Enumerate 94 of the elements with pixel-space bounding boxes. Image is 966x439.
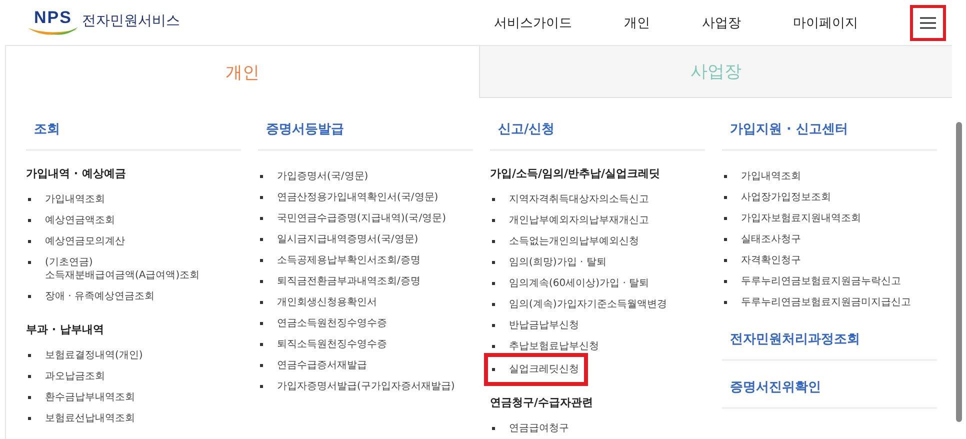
category-title[interactable]: 가입지원 · 신고센터 (722, 118, 937, 140)
menu-link[interactable]: 연금급여청구 (490, 418, 705, 439)
group-heading: 연금청구/수급자관련 (490, 395, 594, 410)
group-heading: 부과 · 납부내역 (26, 322, 105, 337)
bullet-icon (724, 259, 727, 262)
logo-mark: NPS (34, 8, 72, 26)
bullet-icon (492, 240, 495, 243)
group-heading: 가입내역 · 예상예금 (26, 166, 127, 181)
bullet-icon (260, 196, 263, 199)
bullet-icon (492, 303, 495, 306)
category-title[interactable]: 전자민원처리과정조회 (722, 328, 937, 350)
menu-link[interactable]: 환수금납부내역조회 (26, 387, 241, 408)
menu-icon (920, 16, 936, 28)
bullet-icon (492, 345, 495, 348)
menu-link[interactable]: 실태조사청구 (722, 229, 937, 250)
menu-link[interactable]: 임의(계속)가입자기준소득월액변경 (490, 294, 705, 315)
menu-link[interactable]: 퇴직금전환금부과내역조회/증명 (258, 271, 473, 292)
bullet-icon (492, 427, 495, 430)
menu-link[interactable]: 반납금납부신청 (490, 315, 705, 336)
menu-link[interactable]: 장애 · 유족예상연금조회 (26, 286, 241, 307)
menu-link[interactable]: 임의(희망)가입 · 탈퇴 (490, 252, 705, 273)
bullet-icon (28, 375, 31, 378)
menu-link[interactable]: 가입증명서(국/영문) (258, 166, 473, 187)
menu-link[interactable]: 보험료결정내역(개인) (26, 345, 241, 366)
menu-link[interactable]: 소득공제용납부확인서조회/증명 (258, 250, 473, 271)
menu-link[interactable]: 실업크레딧신청 (490, 359, 582, 380)
menu-link[interactable]: 소득없는개인의납부예외신청 (490, 231, 705, 252)
menu-button[interactable] (910, 4, 946, 40)
nav-link[interactable]: 개인 (624, 14, 650, 32)
bullet-icon (492, 219, 495, 222)
menu-link[interactable]: 자격확인청구 (722, 250, 937, 271)
bullet-icon (260, 301, 263, 304)
bullet-icon (28, 417, 31, 420)
category-title[interactable]: 조회 (26, 118, 241, 140)
menu-link[interactable]: 가입자증명서발급(구가입자증서재발급) (258, 376, 473, 397)
bullet-icon (724, 196, 727, 199)
bullet-icon (492, 282, 495, 285)
menu-link[interactable]: 국민연금수급증명(지급내역)(국/영문) (258, 208, 473, 229)
category-title[interactable]: 증명서등발급 (258, 118, 473, 140)
bullet-icon (260, 217, 263, 220)
menu-link[interactable]: 예상연금액조회 (26, 210, 241, 231)
menu-link[interactable]: 연금수급증서재발급 (258, 355, 473, 376)
bullet-icon (492, 368, 495, 371)
bullet-icon (492, 324, 495, 327)
bullet-icon (260, 280, 263, 283)
category-title[interactable]: 증명서진위확인 (722, 376, 937, 398)
bullet-icon (28, 396, 31, 399)
menu-link[interactable]: 두루누리연금보험료지원금미지급신고 (722, 292, 937, 313)
menu-link[interactable]: 과오납금조회 (26, 366, 241, 387)
bullet-icon (28, 261, 31, 264)
bullet-icon (260, 364, 263, 367)
menu-link[interactable]: 지역자격취득대상자의소득신고 (490, 189, 705, 210)
menu-link[interactable]: 두루누리연금보험료지원금누락신고 (722, 271, 937, 292)
bullet-icon (724, 280, 727, 283)
bullet-icon (28, 240, 31, 243)
menu-link[interactable]: 추납보험료납부신청 (490, 336, 705, 357)
menu-link[interactable]: 연금산정용가입내역확인서(국/영문) (258, 187, 473, 208)
bullet-icon (260, 175, 263, 178)
bullet-icon (724, 238, 727, 241)
menu-link[interactable]: 개인회생신청용확인서 (258, 292, 473, 313)
bullet-icon (260, 343, 263, 346)
bullet-icon (260, 259, 263, 262)
menu-link[interactable]: 연금소득원천징수영수증 (258, 313, 473, 334)
menu-link[interactable]: (기초연금) 소득재분배급여금액(A급여액)조회 (26, 252, 241, 286)
bullet-icon (492, 198, 495, 201)
nav-link[interactable]: 사업장 (702, 14, 741, 32)
category-title[interactable]: 신고/신청 (490, 118, 705, 140)
bullet-icon (28, 219, 31, 222)
menu-link[interactable]: 가입내역조회 (26, 189, 241, 210)
menu-link[interactable]: 가입자보험료지원내역조회 (722, 208, 937, 229)
bullet-icon (724, 175, 727, 178)
nav-link[interactable]: 서비스가이드 (494, 14, 572, 32)
site-name: 전자민원서비스 (82, 12, 180, 30)
bullet-icon (260, 385, 263, 388)
swoosh-icon (28, 26, 78, 36)
bullet-icon (28, 198, 31, 201)
menu-link[interactable]: 일시금지급내역증명서(국/영문) (258, 229, 473, 250)
bullet-icon (260, 322, 263, 325)
menu-link[interactable]: 개인납부예외자의납부재개신고 (490, 210, 705, 231)
menu-link[interactable]: 사업장가입정보조회 (722, 187, 937, 208)
menu-link[interactable]: 가입내역조회 (722, 166, 937, 187)
bullet-icon (724, 217, 727, 220)
menu-link[interactable]: 보험료선납내역조회 (26, 408, 241, 429)
menu-link[interactable]: 예상연금모의계산 (26, 231, 241, 252)
group-heading: 가입/소득/임의/반추납/실업크레딧 (490, 166, 662, 181)
bullet-icon (28, 295, 31, 298)
bullet-icon (492, 261, 495, 264)
bullet-icon (28, 354, 31, 357)
bullet-icon (724, 301, 727, 304)
bullet-icon (260, 238, 263, 241)
scrollbar-thumb[interactable] (956, 122, 962, 422)
nav-link[interactable]: 마이페이지 (793, 14, 858, 32)
menu-link[interactable]: 임의계속(60세이상)가입 · 탈퇴 (490, 273, 705, 294)
menu-link[interactable]: 퇴직소득원천징수영수증 (258, 334, 473, 355)
